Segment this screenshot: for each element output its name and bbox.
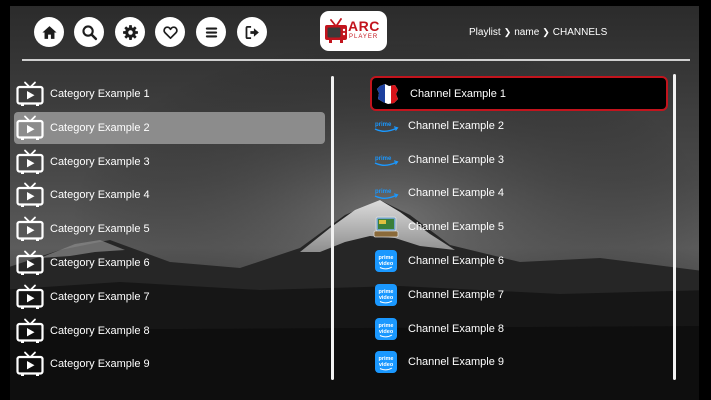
channel-label: Channel Example 2 (408, 119, 505, 132)
svg-text:video: video (379, 329, 394, 335)
category-item[interactable]: Category Example 2 (14, 111, 325, 144)
channel-item[interactable]: prime video Channel Example 7 (370, 279, 668, 311)
home-button[interactable] (34, 17, 64, 47)
channel-label: Channel Example 9 (408, 356, 505, 369)
channel-label: Channel Example 8 (408, 322, 505, 335)
category-scrollbar[interactable] (331, 76, 334, 380)
breadcrumb-item-current: CHANNELS (552, 27, 608, 38)
category-label: Category Example 6 (50, 257, 150, 269)
channel-item[interactable]: Channel Example 5 (370, 211, 668, 243)
logout-button[interactable] (237, 17, 267, 47)
category-label: Category Example 2 (50, 121, 150, 134)
channel-scrollbar[interactable] (673, 74, 676, 380)
breadcrumb-item-playlist[interactable]: Playlist (469, 27, 501, 38)
category-item[interactable]: Category Example 7 (14, 281, 325, 313)
category-item[interactable]: Category Example 6 (14, 247, 325, 279)
screen-frame-right (699, 0, 711, 400)
screen-frame-left (0, 0, 10, 400)
channel-item[interactable]: prime Channel Example 3 (370, 144, 668, 176)
prime-video-app-icon: prime video (373, 317, 399, 341)
tv-play-icon (16, 149, 44, 175)
svg-text:prime: prime (375, 156, 392, 162)
tv-play-icon (16, 351, 44, 377)
prime-wordmark-icon: prime (373, 148, 399, 172)
prime-wordmark-icon: prime (373, 181, 399, 205)
svg-text:video: video (379, 362, 394, 368)
logout-icon (245, 25, 259, 39)
category-item[interactable]: Category Example 8 (14, 315, 325, 347)
france-map-icon (375, 82, 401, 106)
channel-label: Channel Example 7 (408, 288, 505, 301)
tv-play-icon (16, 250, 44, 276)
channel-item[interactable]: prime video Channel Example 9 (370, 346, 668, 378)
chevron-right-icon: ❯ (542, 27, 550, 37)
settings-button[interactable] (115, 17, 145, 47)
svg-text:video: video (379, 261, 394, 267)
category-label: Category Example 7 (50, 290, 150, 303)
prime-video-app-icon: prime video (373, 283, 399, 307)
channel-item[interactable]: prime video Channel Example 8 (370, 313, 668, 345)
category-item[interactable]: Category Example 1 (14, 78, 325, 110)
top-navigation-bar: ARC PLAYER Playlist ❯ name ❯ CHANNELS (0, 0, 711, 60)
search-icon (81, 24, 97, 40)
prime-wordmark-icon: prime (373, 114, 399, 138)
svg-text:prime: prime (375, 189, 392, 195)
tv-play-icon (16, 284, 44, 310)
channel-label: Channel Example 4 (408, 187, 505, 200)
channel-label: Channel Example 1 (410, 87, 507, 100)
channel-item[interactable]: prime Channel Example 2 (370, 110, 668, 142)
gear-icon (122, 24, 138, 40)
tv-play-icon (16, 216, 44, 242)
channel-item[interactable]: prime Channel Example 4 (370, 177, 668, 209)
category-item[interactable]: Category Example 5 (14, 213, 325, 245)
logo-title: ARC (348, 18, 380, 34)
svg-text:video: video (379, 295, 394, 301)
search-button[interactable] (74, 17, 104, 47)
favorites-button[interactable] (155, 17, 185, 47)
tv-play-icon (16, 115, 44, 141)
channel-label: Channel Example 5 (408, 221, 505, 234)
heart-icon (162, 25, 178, 39)
breadcrumb: Playlist ❯ name ❯ CHANNELS (469, 27, 607, 38)
channel-item[interactable]: prime video Channel Example 6 (370, 245, 668, 277)
category-item[interactable]: Category Example 9 (14, 348, 325, 380)
category-label: Category Example 4 (50, 189, 150, 202)
category-label: Category Example 9 (50, 358, 150, 371)
category-label: Category Example 3 (50, 155, 150, 168)
prime-video-app-icon: prime video (373, 350, 399, 374)
svg-text:prime: prime (375, 122, 392, 128)
category-label: Category Example 8 (50, 324, 150, 337)
home-icon (41, 25, 57, 39)
tv-stack-icon (373, 215, 399, 239)
breadcrumb-item-name[interactable]: name (514, 27, 539, 38)
tv-play-icon (16, 318, 44, 344)
retro-tv-logo-icon (325, 18, 347, 43)
prime-video-app-icon: prime video (373, 249, 399, 273)
category-label: Category Example 1 (50, 88, 150, 100)
chevron-right-icon: ❯ (503, 27, 512, 37)
tv-play-icon (16, 182, 44, 208)
logo-subtitle: PLAYER (349, 34, 379, 40)
menu-icon (205, 27, 217, 37)
header-divider (22, 59, 690, 61)
category-label: Category Example 5 (50, 223, 150, 236)
channel-label: Channel Example 3 (408, 153, 505, 166)
channel-label: Channel Example 6 (408, 255, 505, 267)
category-item[interactable]: Category Example 4 (14, 179, 325, 211)
category-item[interactable]: Category Example 3 (14, 146, 325, 178)
menu-button[interactable] (196, 17, 226, 47)
arc-player-logo: ARC PLAYER (320, 11, 387, 51)
channel-item[interactable]: Channel Example 1 (370, 76, 668, 111)
tv-play-icon (16, 81, 44, 107)
